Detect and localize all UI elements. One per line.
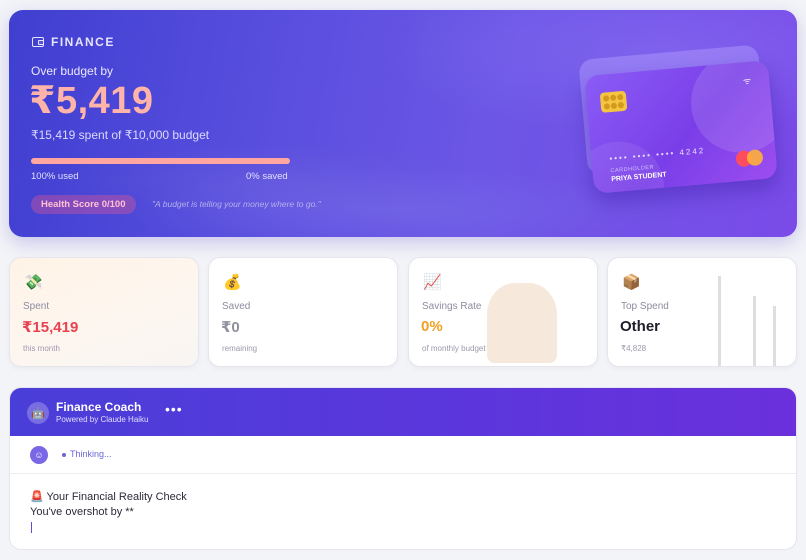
decorative-photo — [487, 283, 557, 363]
thinking-text: Thinking... — [70, 449, 112, 459]
saved-percent: 0% saved — [246, 171, 288, 182]
used-percent: 100% used — [31, 171, 79, 182]
stat-note: remaining — [222, 344, 258, 353]
coach-subtitle: Powered by Claude Haiku — [56, 415, 149, 424]
card-number: •••• •••• •••• 4242 — [609, 145, 706, 164]
bot-avatar-icon: ☺ — [30, 446, 48, 464]
coach-message-text: You've overshot by ** — [30, 506, 134, 518]
chart-up-icon: 📈 — [423, 274, 442, 291]
stat-card-top-spend: 📦 Top Spend Other ₹4,828 — [607, 257, 797, 367]
package-icon: 📦 — [622, 274, 641, 291]
thinking-indicator: Thinking... — [62, 449, 112, 459]
budget-quote: "A budget is telling your money where to… — [152, 199, 321, 209]
stat-title: Savings Rate — [422, 301, 482, 312]
coach-message-heading: 🚨 Your Financial Reality Check — [30, 491, 187, 503]
mastercard-icon-overlap — [746, 149, 764, 167]
budget-progress-bar — [31, 158, 290, 164]
budget-summary: ₹15,419 spent of ₹10,000 budget — [31, 128, 210, 142]
stat-title: Saved — [222, 301, 251, 312]
brand: FINANCE — [32, 35, 115, 49]
cardholder-label: CARDHOLDER — [610, 164, 655, 175]
decorative-palm — [718, 276, 721, 366]
over-budget-amount: ₹5,419 — [29, 80, 154, 122]
coach-header: 🤖 Finance Coach Powered by Claude Haiku … — [10, 388, 796, 436]
typing-caret — [31, 522, 32, 533]
stat-value: 0% — [421, 318, 443, 335]
stat-note: this month — [23, 344, 60, 353]
budget-progress-fill — [31, 158, 290, 164]
finance-coach-panel: 🤖 Finance Coach Powered by Claude Haiku … — [9, 387, 797, 550]
stat-note: ₹4,828 — [621, 344, 647, 353]
brand-label: FINANCE — [51, 35, 115, 49]
stat-card-savings-rate: 📈 Savings Rate 0% of monthly budget — [408, 257, 598, 367]
chip-icon — [599, 90, 628, 113]
over-budget-label: Over budget by — [31, 64, 114, 78]
finance-hero: FINANCE Over budget by ₹5,419 ₹15,419 sp… — [9, 10, 797, 237]
stat-value: ₹0 — [221, 319, 240, 336]
robot-icon: 🤖 — [27, 402, 49, 424]
health-score-badge: Health Score 0/100 — [31, 195, 136, 214]
coach-title: Finance Coach — [56, 400, 142, 414]
thinking-row: ☺ Thinking... — [10, 436, 796, 474]
money-wings-icon: 💸 — [24, 274, 43, 291]
decorative-palm — [773, 306, 776, 366]
stat-value: Other — [620, 318, 661, 335]
stat-title: Top Spend — [621, 301, 669, 312]
money-bag-icon: 💰 — [223, 274, 242, 291]
stat-title: Spent — [23, 301, 50, 312]
stat-card-saved: 💰 Saved ₹0 remaining — [208, 257, 398, 367]
decorative-palm — [753, 296, 756, 366]
credit-card: ᯤ •••• •••• •••• 4242 CARDHOLDER PRIYA S… — [584, 60, 778, 194]
wallet-icon — [32, 37, 44, 47]
stat-note: of monthly budget — [422, 344, 486, 353]
stat-value: ₹15,419 — [22, 319, 79, 336]
thinking-dot — [62, 452, 66, 457]
stat-card-spent: 💸 Spent ₹15,419 this month — [9, 257, 199, 367]
cardholder-name: PRIYA STUDENT — [611, 171, 667, 184]
more-options-icon[interactable]: ••• — [165, 401, 183, 417]
contactless-icon: ᯤ — [742, 75, 752, 87]
